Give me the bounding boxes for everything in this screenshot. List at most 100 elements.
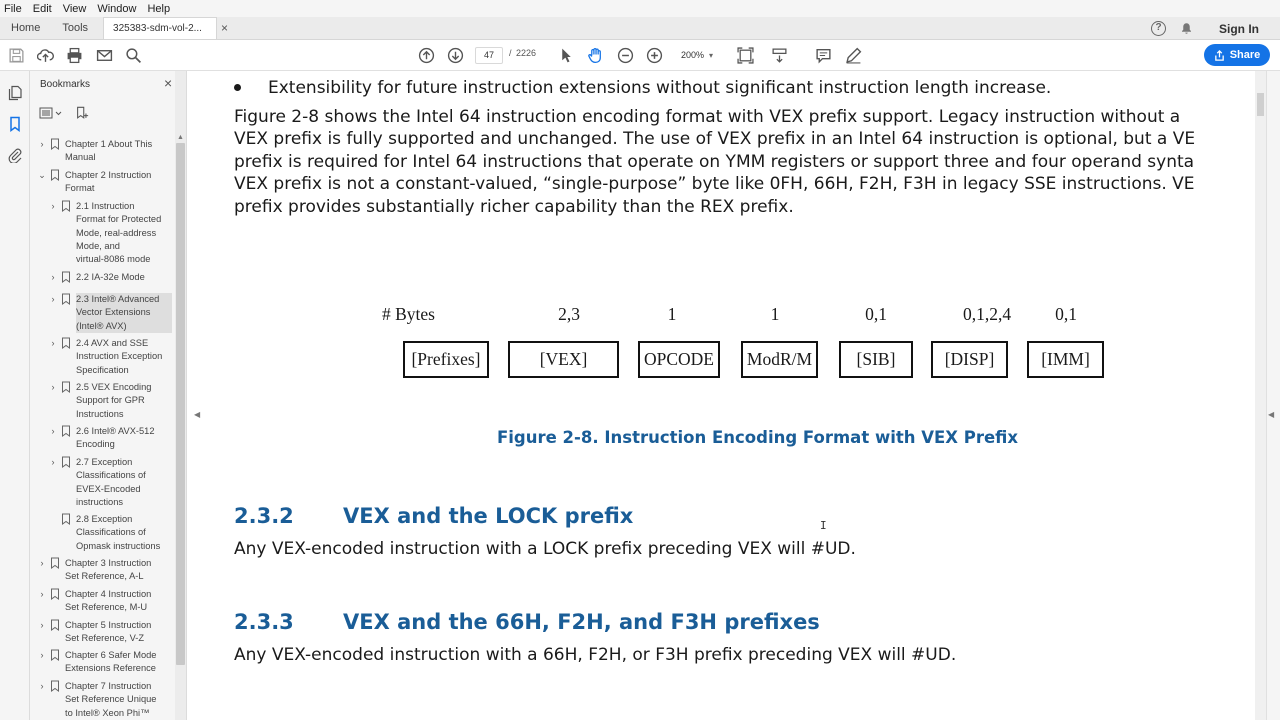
chevron-right-icon[interactable]: › (48, 271, 58, 284)
bookmark-item[interactable]: › 2.3 Intel® Advanced Vector Extensions (In… (48, 293, 172, 333)
bookmark-label: 2.3 Intel® Advanced Vector Extensions (Int… (76, 293, 172, 333)
bookmark-item[interactable]: › Chapter 1 About This Manual (37, 138, 172, 165)
bookmark-item[interactable]: › 2.6 Intel® AVX-512 Encoding (48, 425, 172, 452)
hand-icon[interactable] (587, 47, 604, 64)
bookmark-label-line: Classifications of (76, 470, 146, 481)
expand-right-icon[interactable]: ◀ (1268, 410, 1274, 419)
chevron-right-icon[interactable]: › (48, 200, 58, 266)
document-tab-wrapper: 325383-sdm-vol-2... × (103, 17, 228, 39)
close-panel-icon[interactable]: × (164, 75, 172, 91)
document-tab[interactable]: 325383-sdm-vol-2... (103, 17, 218, 39)
menu-file[interactable]: File (4, 3, 22, 15)
bookmark-label-line: Chapter 4 Instruction (65, 589, 152, 599)
bookmark-label: Chapter 4 Instruction Set Reference, M-U (65, 588, 172, 615)
bookmark-item[interactable]: › 2.2 IA-32e Mode (48, 271, 172, 284)
menu-view[interactable]: View (63, 3, 87, 15)
bookmark-label-line: Chapter 1 About This (65, 139, 153, 149)
chevron-right-icon[interactable]: › (37, 619, 47, 646)
chevron-right-icon[interactable]: › (37, 649, 47, 676)
share-button[interactable]: Share (1204, 44, 1270, 66)
bookmark-label-line: 2.1 Instruction (76, 201, 135, 211)
collapse-left-icon[interactable]: ◀ (194, 410, 200, 419)
bookmark-label: Chapter 1 About This Manual (65, 138, 172, 165)
bookmark-item[interactable]: › Chapter 7 Instruction Set Reference Uniq… (37, 680, 172, 720)
bookmark-item[interactable]: › 2.5 VEX Encoding Support for GPR Instruct… (48, 381, 172, 421)
bookmark-label-line: Chapter 7 Instruction (65, 681, 152, 691)
pages-icon[interactable] (7, 85, 23, 101)
bookmark-label-line: Manual (65, 152, 96, 163)
bookmark-item[interactable]: › 2.1 Instruction Format for Protected Mode… (48, 200, 172, 266)
section-title: VEX and the 66H, F2H, and F3H prefixes (343, 610, 820, 634)
options-icon[interactable] (39, 106, 65, 120)
upload-icon[interactable] (37, 47, 54, 64)
bookmark-item[interactable]: ⌄ Chapter 2 Instruction Format (37, 169, 172, 196)
bookmark-label-line: Chapter 2 Instruction (65, 170, 152, 180)
tab-home[interactable]: Home (0, 17, 51, 39)
bookmark-icon (62, 425, 70, 437)
fit-page-icon[interactable] (737, 47, 754, 64)
bytes-label: # Bytes (382, 304, 435, 324)
scroll-mode-icon[interactable] (771, 47, 788, 64)
help-icon[interactable]: ? (1151, 21, 1166, 36)
sign-in-button[interactable]: Sign In (1219, 22, 1259, 36)
zoom-in-icon[interactable] (646, 47, 663, 64)
bookmark-item[interactable]: › Chapter 4 Instruction Set Reference, M-U (37, 588, 172, 615)
bookmark-item[interactable]: 2.8 Exception Classifications of Opmask in… (48, 513, 172, 553)
bell-icon[interactable] (1180, 22, 1193, 35)
bookmark-item[interactable]: › Chapter 6 Safer Mode Extensions Referenc… (37, 649, 172, 676)
mail-icon[interactable] (96, 47, 113, 64)
text-cursor: I (820, 519, 827, 532)
chevron-right-icon[interactable]: › (48, 425, 58, 452)
bookmark-item[interactable]: › Chapter 3 Instruction Set Reference, A-L (37, 557, 172, 584)
bookmark-label-line: Encoding (76, 439, 115, 450)
arrow-up-icon[interactable] (418, 47, 435, 64)
document-view[interactable]: Extensibility for future instruction ext… (205, 71, 1255, 720)
menu-window[interactable]: Window (97, 3, 136, 15)
chevron-right-icon[interactable]: › (48, 456, 58, 509)
zoom-select[interactable]: 200% ▾ (673, 47, 721, 64)
bookmark-item[interactable]: › 2.7 Exception Classifications of EVEX-Enc… (48, 456, 172, 509)
bookmark-item[interactable]: › 2.4 AVX and SSE Instruction Exception Spe… (48, 337, 172, 377)
save-icon[interactable] (8, 47, 25, 64)
chevron-right-icon[interactable]: › (37, 138, 47, 165)
document-scrollbar[interactable] (1255, 71, 1266, 720)
bookmarks-scroll-thumb[interactable] (176, 143, 185, 665)
tab-tools[interactable]: Tools (51, 17, 99, 39)
close-tab-icon[interactable]: × (217, 17, 228, 39)
pen-icon[interactable] (845, 47, 862, 64)
search-icon[interactable] (125, 47, 142, 64)
page-total: 2226 (516, 48, 537, 58)
arrow-down-icon[interactable] (447, 47, 464, 64)
chevron-right-icon[interactable] (48, 513, 58, 553)
bookmark-icon (51, 619, 59, 631)
bookmark-label-line: Chapter 6 Safer Mode (65, 650, 157, 660)
menu-help[interactable]: Help (147, 3, 170, 15)
field-bytes-imm: 0,1 (1055, 304, 1077, 324)
pointer-icon[interactable] (558, 47, 575, 64)
document-scroll-thumb[interactable] (1257, 93, 1264, 116)
scroll-up-arrow[interactable]: ▲ (177, 134, 184, 141)
field-box-modrm: ModR/M (741, 341, 818, 378)
chevron-right-icon[interactable]: › (48, 337, 58, 377)
chevron-down-icon: ▾ (709, 51, 714, 60)
chevron-right-icon[interactable]: › (37, 588, 47, 615)
chevron-right-icon[interactable]: › (37, 557, 47, 584)
bookmark-label-line: Extensions Reference (65, 663, 156, 674)
comment-icon[interactable] (815, 47, 832, 64)
attachment-icon[interactable] (7, 147, 23, 163)
bookmarks-toolbar (39, 104, 89, 122)
bookmark-icon[interactable] (7, 116, 23, 132)
print-icon[interactable] (66, 47, 83, 64)
new-bookmark-icon[interactable] (75, 106, 89, 120)
menu-edit[interactable]: Edit (33, 3, 52, 15)
bookmark-label-line: Classifications of (76, 527, 146, 538)
bookmarks-scrollbar[interactable]: ▲ (175, 71, 186, 720)
page-number-input[interactable]: 47 (475, 47, 503, 64)
chevron-right-icon[interactable]: › (48, 381, 58, 421)
chevron-right-icon[interactable]: › (48, 293, 58, 333)
zoom-out-icon[interactable] (617, 47, 634, 64)
chevron-down-icon[interactable]: ⌄ (37, 169, 47, 196)
bookmark-item[interactable]: › Chapter 5 Instruction Set Reference, V-Z (37, 619, 172, 646)
bookmark-icon (51, 169, 59, 181)
chevron-right-icon[interactable]: › (37, 680, 47, 720)
